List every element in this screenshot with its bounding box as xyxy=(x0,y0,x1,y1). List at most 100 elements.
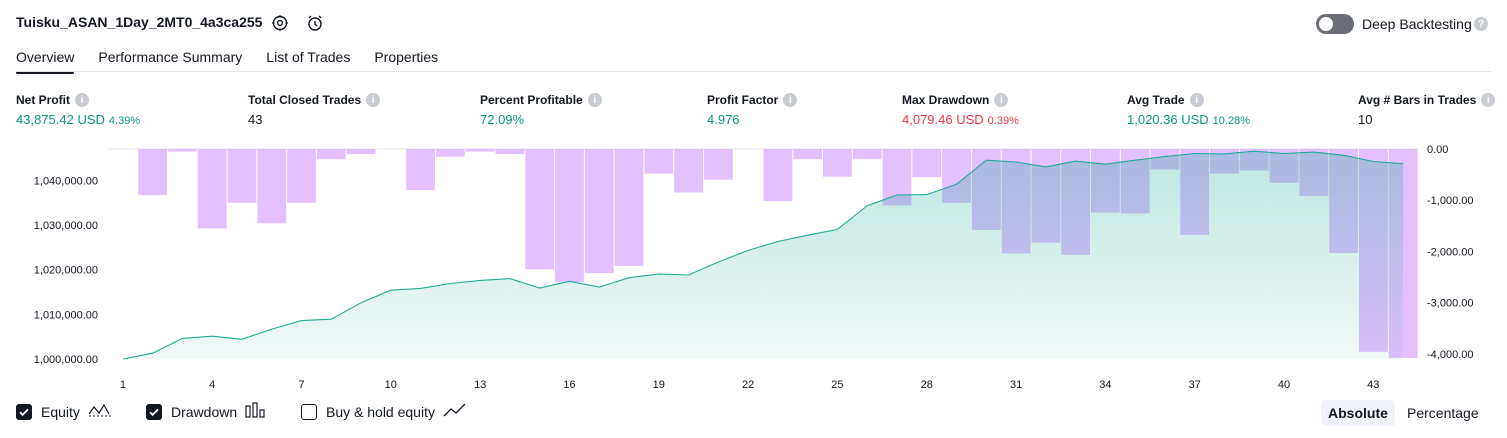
right-axis-tick: -2,000.00 xyxy=(1427,246,1473,258)
x-axis-tick: 34 xyxy=(1099,379,1111,391)
drawdown-bar xyxy=(614,149,644,266)
right-axis-tick: -1,000.00 xyxy=(1427,195,1473,207)
x-axis-tick: 28 xyxy=(921,379,933,391)
drawdown-bar xyxy=(793,149,823,160)
metric-profit-factor: Profit Factor i 4.976 xyxy=(707,93,798,127)
x-axis-tick: 25 xyxy=(831,379,843,391)
x-axis-tick: 22 xyxy=(742,379,754,391)
drawdown-bar xyxy=(227,149,257,203)
x-axis-tick: 7 xyxy=(298,379,304,391)
tab-divider xyxy=(16,71,1491,72)
equity-label: Equity xyxy=(41,403,80,420)
metric-max-drawdown: Max Drawdown i 4,079.46 USD 0.39% xyxy=(902,93,1019,127)
x-axis-tick: 10 xyxy=(385,379,397,391)
drawdown-bar xyxy=(346,149,376,155)
drawdown-bar xyxy=(406,149,435,190)
drawdown-bar xyxy=(525,149,555,270)
metric-percent: 4.39% xyxy=(108,115,141,127)
info-icon[interactable]: i xyxy=(366,93,381,107)
bar-chart-icon xyxy=(245,402,267,421)
metric-value: 1,020.36 USD xyxy=(1127,112,1209,127)
buy-hold-checkbox[interactable] xyxy=(301,403,317,420)
drawdown-bar xyxy=(168,149,197,152)
x-axis-tick: 43 xyxy=(1367,379,1379,391)
left-axis-tick: 1,010,000.00 xyxy=(34,309,98,321)
drawdown-bar xyxy=(287,149,316,203)
help-icon[interactable]: ? xyxy=(1474,17,1488,31)
drawdown-bar xyxy=(138,149,168,196)
metric-value: 4,079.46 USD xyxy=(902,112,984,127)
info-icon[interactable]: i xyxy=(1189,93,1204,107)
drawdown-label: Drawdown xyxy=(171,403,238,420)
tab-properties[interactable]: Properties xyxy=(374,44,438,74)
deep-backtesting-toggle[interactable] xyxy=(1316,14,1354,34)
equity-drawdown-chart[interactable]: 1,000,000.00 1,010,000.00 1,020,000.00 1,03… xyxy=(0,140,1507,395)
x-axis-tick: 19 xyxy=(653,379,665,391)
x-axis-tick: 13 xyxy=(474,379,486,391)
info-icon[interactable]: i xyxy=(783,93,798,107)
metric-label: Avg # Bars in Trades xyxy=(1358,93,1477,107)
drawdown-checkbox[interactable] xyxy=(146,403,162,420)
drawdown-bar xyxy=(555,149,584,283)
metric-avg-bars: Avg # Bars in Trades i 10 xyxy=(1358,93,1496,127)
x-axis-tick: 37 xyxy=(1189,379,1201,391)
drawdown-bar xyxy=(912,149,942,178)
legend-buy-hold[interactable]: Buy & hold equity xyxy=(301,402,467,421)
metric-value: 43,875.42 USD xyxy=(16,112,105,127)
metric-value: 43 xyxy=(248,112,263,127)
deep-backtesting-label: Deep Backtesting xyxy=(1362,16,1472,32)
x-axis-tick: 4 xyxy=(209,379,215,391)
settings-icon[interactable] xyxy=(269,12,291,34)
metric-percent: 10.28% xyxy=(1212,115,1250,127)
right-axis-tick: -4,000.00 xyxy=(1427,349,1473,361)
right-axis-tick: -3,000.00 xyxy=(1427,298,1473,310)
drawdown-bar xyxy=(465,149,495,152)
drawdown-bar xyxy=(584,149,614,273)
metric-label: Net Profit xyxy=(16,93,70,107)
tab-performance-summary[interactable]: Performance Summary xyxy=(98,44,242,74)
drawdown-bar xyxy=(495,149,525,155)
absolute-button[interactable]: Absolute xyxy=(1321,400,1395,426)
info-icon[interactable]: i xyxy=(1481,93,1496,107)
metric-label: Max Drawdown xyxy=(902,93,990,107)
tab-overview[interactable]: Overview xyxy=(16,44,75,74)
metric-percent-profitable: Percent Profitable i 72.09% xyxy=(480,93,602,127)
info-icon[interactable]: i xyxy=(587,93,602,107)
x-axis-tick: 40 xyxy=(1278,379,1290,391)
drawdown-bar xyxy=(257,149,287,224)
tab-bar: Overview Performance Summary List of Tra… xyxy=(16,44,438,74)
drawdown-bar xyxy=(704,149,733,180)
left-axis-tick: 1,030,000.00 xyxy=(34,220,98,232)
metric-value: 72.09% xyxy=(480,112,525,127)
drawdown-bar xyxy=(644,149,674,174)
right-axis-tick: 0.00 xyxy=(1427,144,1448,156)
info-icon[interactable]: i xyxy=(75,93,89,107)
equity-checkbox[interactable] xyxy=(16,403,32,420)
metric-label: Avg Trade xyxy=(1127,93,1185,107)
drawdown-bar xyxy=(852,149,882,160)
info-icon[interactable]: i xyxy=(994,93,1009,107)
legend-equity[interactable]: Equity xyxy=(16,402,112,421)
metric-avg-trade: Avg Trade i 1,020.36 USD 10.28% xyxy=(1127,93,1250,127)
drawdown-bar xyxy=(197,149,227,229)
left-axis-tick: 1,040,000.00 xyxy=(34,175,98,187)
metric-value: 10 xyxy=(1358,112,1373,127)
metric-label: Profit Factor xyxy=(707,93,779,107)
strategy-title: Tuisku_ASAN_1Day_2MT0_4a3ca255 xyxy=(16,14,263,30)
x-axis-tick: 16 xyxy=(563,379,575,391)
drawdown-bar xyxy=(674,149,703,193)
tab-list-of-trades[interactable]: List of Trades xyxy=(266,44,350,74)
left-axis-tick: 1,000,000.00 xyxy=(34,354,98,366)
drawdown-bar xyxy=(823,149,852,177)
metric-value: 4.976 xyxy=(707,112,740,127)
left-axis-tick: 1,020,000.00 xyxy=(34,265,98,277)
metric-label: Total Closed Trades xyxy=(248,93,362,107)
x-axis-tick: 1 xyxy=(120,379,126,391)
metric-net-profit: Net Profit i 43,875.42 USD 4.39% xyxy=(16,93,140,127)
percentage-button[interactable]: Percentage xyxy=(1400,400,1486,426)
metric-label: Percent Profitable xyxy=(480,93,583,107)
metric-total-closed-trades: Total Closed Trades i 43 xyxy=(248,93,381,127)
drawdown-bar xyxy=(763,149,793,202)
legend-drawdown[interactable]: Drawdown xyxy=(146,402,267,421)
replay-alert-icon[interactable] xyxy=(304,12,326,34)
